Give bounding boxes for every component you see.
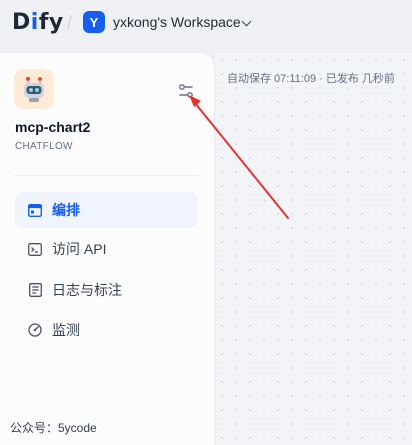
- layout-icon: [27, 202, 43, 218]
- nav-item-logs[interactable]: 日志与标注: [15, 272, 198, 308]
- workspace-avatar[interactable]: Y: [83, 11, 105, 33]
- nav-item-label: 访问 API: [52, 241, 107, 257]
- nav-item-label: 日志与标注: [52, 282, 122, 298]
- app-sidebar: mcp-chart2 CHATFLOW 编排 访问 API 日志与标注 监测 公…: [0, 53, 215, 445]
- app-name: mcp-chart2: [15, 119, 91, 135]
- top-bar: Dify / Y yxkong's Workspace: [0, 0, 412, 50]
- breadcrumb-separator: /: [67, 13, 73, 33]
- gauge-icon: [27, 322, 43, 338]
- file-list-icon: [27, 282, 43, 298]
- nav-item-monitor[interactable]: 监测: [15, 312, 198, 348]
- divider: [15, 175, 198, 176]
- nav-item-api[interactable]: 访问 API: [15, 231, 198, 267]
- terminal-icon: [27, 241, 43, 257]
- nav-item-label: 编排: [52, 202, 80, 218]
- nav-item-label: 监测: [52, 322, 80, 338]
- app-type-label: CHATFLOW: [15, 141, 73, 152]
- dify-logo[interactable]: Dify: [12, 10, 64, 35]
- workspace-name[interactable]: yxkong's Workspace: [113, 14, 241, 30]
- workflow-canvas[interactable]: 自动保存 07:11:09 · 已发布 几秒前: [215, 53, 412, 445]
- app-settings-button[interactable]: [176, 81, 196, 101]
- footer-text: 公众号：5ycode: [10, 421, 97, 435]
- robot-icon: [14, 69, 54, 109]
- chevron-down-icon[interactable]: [241, 16, 252, 27]
- nav-item-orchestrate[interactable]: 编排: [15, 192, 198, 228]
- save-status: 自动保存 07:11:09 · 已发布 几秒前: [227, 73, 395, 85]
- sliders-icon: [179, 84, 193, 98]
